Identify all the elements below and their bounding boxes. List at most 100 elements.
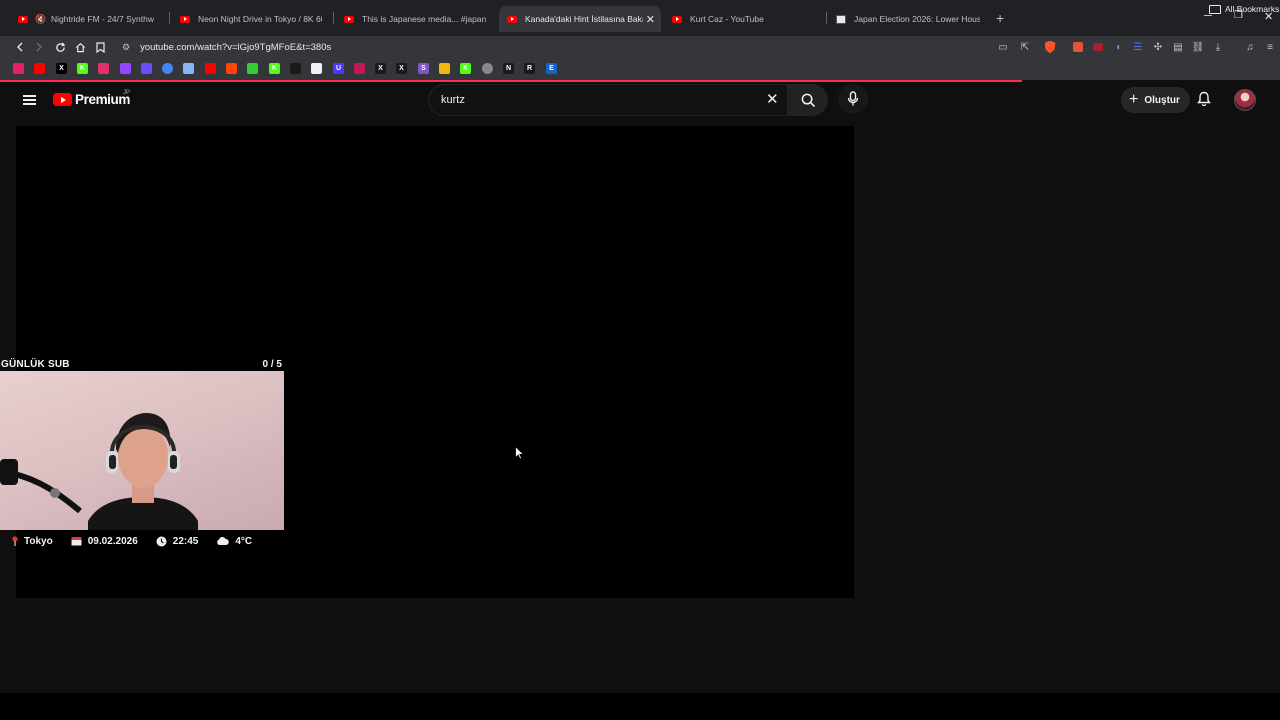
r-icon[interactable]: R [524,63,535,74]
daily-sub-title: GÜNLÜK SUB [1,359,70,370]
mouse-cursor-icon [515,446,524,460]
sparkle-icon[interactable] [183,63,194,74]
plus-icon: + [1129,91,1139,108]
stream-info-bar: Tokyo 09.02.2026 22:45 4°C [0,533,284,549]
address-bar[interactable]: ⚙ youtube.com/watch?v=lGjo9TgMFoE&t=380s [114,37,994,57]
terminal-icon[interactable] [290,63,301,74]
search-button[interactable] [788,84,828,116]
calendar-icon [71,536,82,546]
drop-icon[interactable] [247,63,258,74]
location-text: Tokyo [24,535,53,547]
twitch-icon[interactable] [120,63,131,74]
extensions-puzzle-icon[interactable]: ✣ [1151,40,1165,54]
globe-icon[interactable] [482,63,493,74]
x-icon[interactable]: X [375,63,386,74]
menu-icon[interactable]: ≡ [1263,40,1277,54]
extension-1-icon[interactable] [1071,40,1085,54]
e-icon[interactable]: E [546,63,557,74]
link-icon[interactable]: ⛓ [1191,40,1205,54]
chat-icon[interactable] [354,63,365,74]
youtube-music-icon[interactable] [13,63,24,74]
new-tab-plus-icon[interactable]: + [996,10,1004,26]
reddit-icon[interactable] [226,63,237,74]
tab-nightride[interactable]: 🔇 Nightride FM - 24/7 Synthwave R [10,6,162,32]
share-icon[interactable]: ⇱ [1018,40,1032,54]
browser-toolbar: ⚙ youtube.com/watch?v=lGjo9TgMFoE&t=380s… [0,36,1280,58]
extension-2-icon[interactable] [1091,40,1105,54]
s-icon[interactable]: S [418,63,429,74]
clock-icon [156,536,167,547]
search-input[interactable]: kurtz [428,84,788,116]
clear-search-icon[interactable]: ✕ [766,90,779,108]
search-icon [801,93,815,107]
proton-mail-icon[interactable] [141,63,152,74]
youtube-icon[interactable] [34,63,45,74]
tab-close-icon[interactable]: ✕ [646,13,655,26]
browser-tab-strip: 🔇 Nightride FM - 24/7 Synthwave R Neon N… [0,0,1280,36]
daily-sub-count: 0 / 5 [262,359,282,370]
url-text: youtube.com/watch?v=lGjo9TgMFoE&t=380s [140,41,332,53]
microphone-icon [847,91,859,106]
cast-icon[interactable]: ▭ [996,40,1010,54]
tab-neon-night-drive[interactable]: Neon Night Drive in Tokyo / 8K 60fps [172,6,330,32]
youtube-icon[interactable] [205,63,216,74]
diamond-icon[interactable] [311,63,322,74]
extension-4-icon[interactable]: ☰ [1131,40,1145,54]
bookmarks-bar: XKKUXXSKNRE [0,58,1280,80]
extension-3-icon[interactable]: ◖ [1111,40,1125,54]
x-icon[interactable]: X [396,63,407,74]
crypto-icon[interactable] [439,63,450,74]
tab-title: Nightride FM - 24/7 Synthwave R [51,14,154,24]
media-icon[interactable]: ♫ [1243,40,1257,54]
tab-kanada-hint[interactable]: Kanada'daki Hint İstilasına Bakış ✕ [499,6,661,32]
location-pin-icon [12,536,18,546]
account-avatar[interactable] [1234,89,1256,111]
chrome-icon[interactable] [162,63,173,74]
home-icon[interactable] [72,39,88,55]
kick-icon[interactable]: K [77,63,88,74]
create-label: Oluştur [1144,94,1180,106]
tab-title: Kanada'daki Hint İstilasına Bakış [525,14,643,24]
youtube-favicon [672,14,682,24]
bottom-strip [0,693,1280,720]
guide-menu-icon[interactable] [23,95,36,105]
tab-japanese-media[interactable]: This is Japanese media... #japan #jap [336,6,494,32]
date-text: 09.02.2026 [87,535,138,547]
voice-search-button[interactable] [838,84,868,114]
tab-title: Kurt Caz - YouTube [690,14,764,24]
tab-title: Neon Night Drive in Tokyo / 8K 60fps [198,14,322,24]
search-query-text: kurtz [441,94,465,106]
all-bookmarks-label: All Bookmarks [1225,4,1280,14]
reload-icon[interactable] [52,39,68,55]
kick-icon[interactable]: K [269,63,280,74]
time-text: 22:45 [172,535,199,547]
instagram-icon[interactable] [98,63,109,74]
microphone-arm-image [0,459,82,514]
x-icon[interactable]: X [56,63,67,74]
u-icon[interactable]: U [333,63,344,74]
logo-region-code: JP [123,90,131,96]
cloud-icon [216,537,230,545]
k-icon[interactable]: K [460,63,471,74]
tab-japan-election[interactable]: Japan Election 2026: Lower House Ele [828,6,988,32]
youtube-favicon [18,14,28,24]
tab-title: Japan Election 2026: Lower House Ele [854,14,980,24]
sidebar-icon[interactable]: ▤ [1171,40,1185,54]
download-icon[interactable]: ⤓ [1211,40,1225,54]
folder-icon [1209,4,1221,14]
bookmark-icon[interactable] [92,39,108,55]
logo-text: Premium [75,92,130,107]
back-icon[interactable] [12,39,28,55]
site-settings-icon[interactable]: ⚙ [122,42,130,53]
all-bookmarks-button[interactable]: All Bookmarks [1209,4,1279,14]
tab-kurt-caz[interactable]: Kurt Caz - YouTube [664,6,824,32]
muted-icon[interactable]: 🔇 [35,14,46,24]
brave-shields-icon[interactable] [1043,40,1057,54]
create-button[interactable]: + Oluştur [1121,87,1190,113]
n-icon[interactable]: N [503,63,514,74]
stream-overlay: GÜNLÜK SUB 0 / 5 Tokyo 09.02.2026 22:45 … [0,358,284,550]
youtube-premium-logo[interactable]: Premium [53,92,130,107]
youtube-favicon [180,14,190,24]
forward-icon[interactable] [31,39,47,55]
notifications-bell-icon[interactable] [1197,91,1211,112]
